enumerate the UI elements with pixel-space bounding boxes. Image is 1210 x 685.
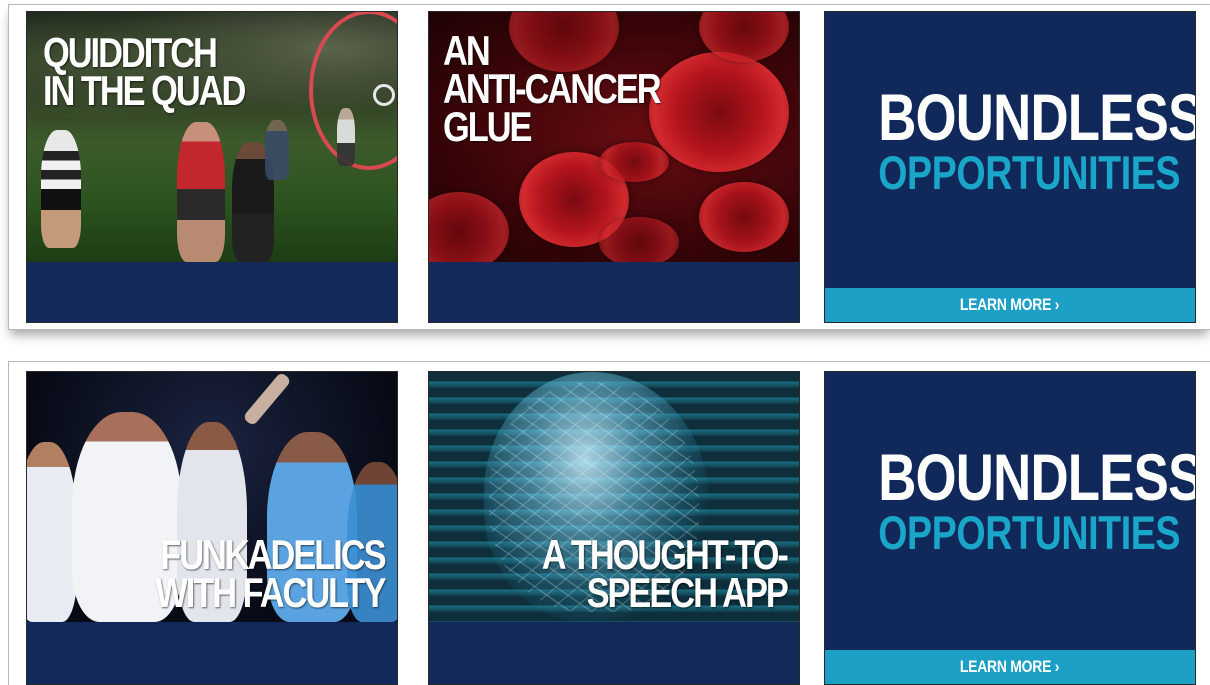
boundless-opportunities-card[interactable]: BOUNDLESS OPPORTUNITIES LEARN MORE › [824,11,1196,323]
quidditch-card[interactable]: QUIDDITCH IN THE QUAD [26,11,398,323]
funkadelics-card[interactable]: FUNKADELICS WITH FACULTY [26,371,398,685]
boundless-title: BOUNDLESS [878,80,1196,154]
learn-more-button[interactable]: LEARN MORE › [825,288,1195,322]
card-headline: FUNKADELICS WITH FACULTY [155,531,387,616]
learn-more-label: LEARN MORE › [960,295,1060,314]
player-figure [265,120,289,180]
banner-strip-top: QUIDDITCH IN THE QUAD AN ANTI-CANCER GLU… [8,4,1210,330]
player-figure [177,122,225,262]
learn-more-label: LEARN MORE › [960,657,1060,676]
card-footer-bar [429,624,799,684]
boundless-opportunities-card[interactable]: BOUNDLESS OPPORTUNITIES LEARN MORE › [824,371,1196,685]
boundless-title: BOUNDLESS [878,440,1196,514]
player-figure [41,130,81,248]
card-headline: AN ANTI-CANCER GLUE [443,27,662,150]
card-headline: A THOUGHT-TO- SPEECH APP [541,531,789,616]
anti-cancer-glue-card[interactable]: AN ANTI-CANCER GLUE [428,11,800,323]
player-figure [337,108,355,166]
opportunities-subtitle: OPPORTUNITIES [878,146,1181,199]
card-footer-bar [27,624,397,684]
card-footer-bar [27,262,397,322]
opportunities-subtitle: OPPORTUNITIES [878,506,1181,559]
learn-more-button[interactable]: LEARN MORE › [825,650,1195,684]
card-headline: QUIDDITCH IN THE QUAD [43,29,246,114]
banner-strip-bottom: FUNKADELICS WITH FACULTY A THOUGHT-TO- S… [8,361,1210,685]
hoop-ring-small [373,84,395,106]
thought-to-speech-card[interactable]: A THOUGHT-TO- SPEECH APP [428,371,800,685]
card-footer-bar [429,262,799,322]
